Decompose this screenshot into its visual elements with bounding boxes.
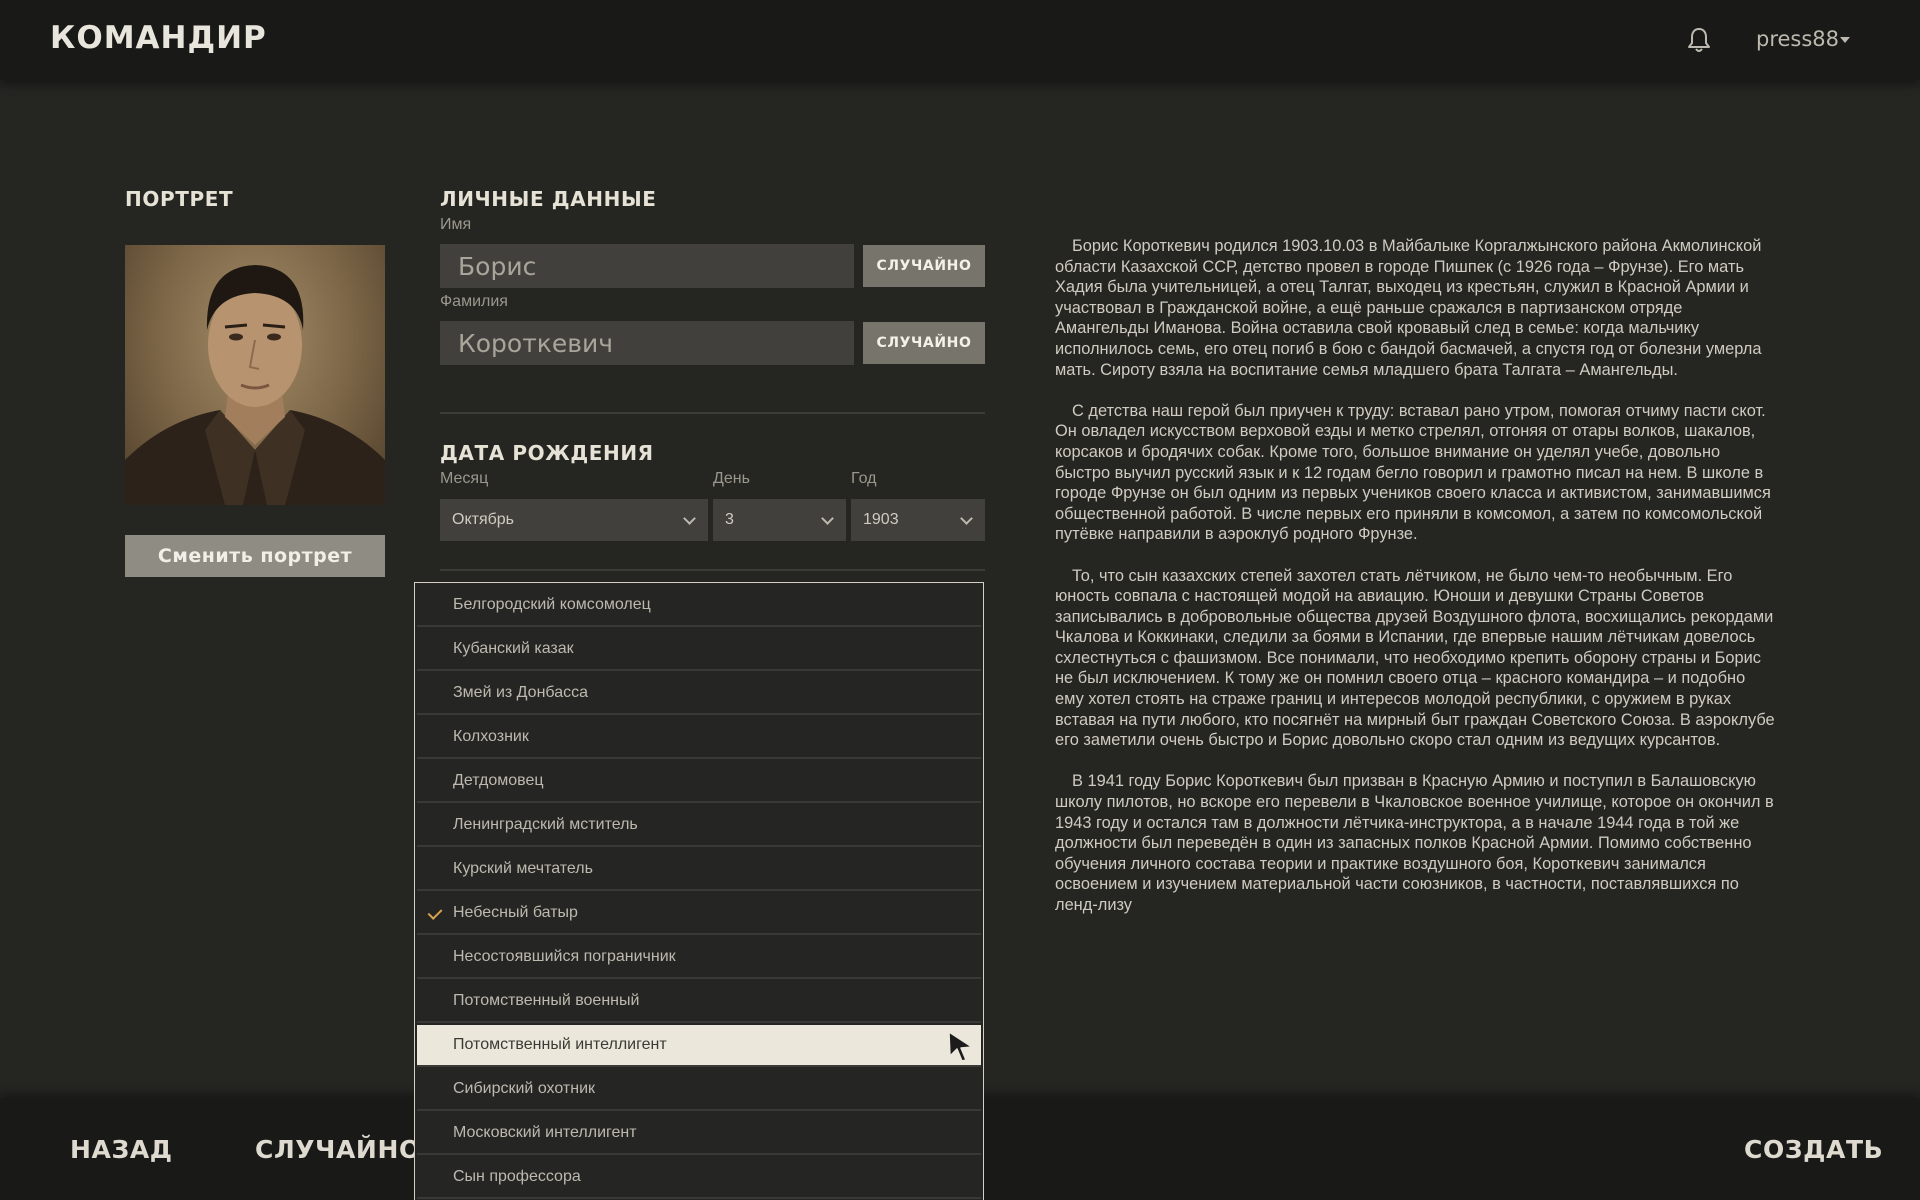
bio-paragraph: С детства наш герой был приучен к труду:…: [1055, 401, 1771, 544]
dropdown-option[interactable]: Змей из Донбасса: [417, 673, 981, 715]
bio-paragraph: То, что сын казахских степей захотел ста…: [1055, 566, 1775, 750]
dropdown-option[interactable]: Сын профессора: [417, 1157, 981, 1199]
dropdown-option-label: Курский мечтатель: [453, 860, 593, 877]
month-select[interactable]: Октябрь: [440, 499, 708, 541]
user-menu[interactable]: press88: [1756, 27, 1839, 51]
mouse-cursor-icon: [948, 1031, 973, 1062]
dropdown-option[interactable]: Белгородский комсомолец: [417, 585, 981, 627]
year-select[interactable]: 1903: [851, 499, 985, 541]
day-label: День: [713, 470, 750, 487]
create-button[interactable]: СОЗДАТЬ: [1744, 1135, 1883, 1164]
last-name-input[interactable]: Короткевич: [440, 321, 854, 365]
personal-data-title: ЛИЧНЫЕ ДАННЫЕ: [440, 187, 657, 211]
chevron-down-icon: [683, 512, 696, 525]
dropdown-option[interactable]: Ленинградский мститель: [417, 805, 981, 847]
random-all-button[interactable]: СЛУЧАЙНО: [255, 1135, 421, 1164]
dropdown-option[interactable]: Кубанский казак: [417, 629, 981, 671]
portrait-section-title: ПОРТРЕТ: [125, 187, 234, 211]
dropdown-option[interactable]: Сибирский охотник: [417, 1069, 981, 1111]
background-dropdown[interactable]: Белгородский комсомолец Кубанский казак Зм…: [414, 582, 984, 1200]
dropdown-option[interactable]: Московский интеллигент: [417, 1113, 981, 1155]
dropdown-option[interactable]: Детдомовец: [417, 761, 981, 803]
dropdown-option-label: Потомственный интеллигент: [453, 1036, 667, 1053]
year-value: 1903: [863, 511, 899, 528]
dropdown-option-label: Ленинградский мститель: [453, 816, 638, 833]
dropdown-option[interactable]: Небесный батыр: [417, 893, 981, 935]
bell-icon[interactable]: [1686, 26, 1712, 54]
divider: [440, 412, 985, 414]
dropdown-option-label: Сын профессора: [453, 1168, 581, 1185]
dropdown-option[interactable]: Несостоявшийся пограничник: [417, 937, 981, 979]
dropdown-option[interactable]: Потомственный интеллигент: [417, 1025, 981, 1067]
back-button[interactable]: НАЗАД: [70, 1135, 173, 1164]
portrait-image: [125, 245, 385, 505]
dropdown-option-label: Московский интеллигент: [453, 1124, 637, 1141]
divider: [440, 569, 985, 571]
dropdown-option[interactable]: Курский мечтатель: [417, 849, 981, 891]
random-last-name-button[interactable]: СЛУЧАЙНО: [863, 322, 985, 364]
first-name-label: Имя: [440, 216, 472, 233]
change-portrait-button[interactable]: Сменить портрет: [125, 535, 385, 577]
month-value: Октябрь: [452, 511, 515, 528]
dropdown-option-label: Небесный батыр: [453, 904, 578, 921]
dropdown-option-label: Колхозник: [453, 728, 529, 745]
biography-text: Борис Короткевич родился 1903.10.03 в Ма…: [1055, 236, 1775, 936]
dropdown-option-label: Белгородский комсомолец: [453, 596, 651, 613]
bio-paragraph: В 1941 году Борис Короткевич был призван…: [1055, 772, 1774, 914]
birth-date-title: ДАТА РОЖДЕНИЯ: [440, 441, 654, 465]
checkmark-icon: [427, 905, 443, 920]
chevron-down-icon[interactable]: [1840, 37, 1850, 43]
dropdown-option-label: Сибирский охотник: [453, 1080, 595, 1097]
year-label: Год: [851, 470, 877, 487]
dropdown-option-label: Детдомовец: [453, 772, 544, 789]
random-first-name-button[interactable]: СЛУЧАЙНО: [863, 245, 985, 287]
top-bar: [0, 0, 1920, 80]
first-name-input[interactable]: Борис: [440, 244, 854, 288]
dropdown-option[interactable]: Потомственный военный: [417, 981, 981, 1023]
dropdown-option-label: Потомственный военный: [453, 992, 640, 1009]
day-value: 3: [725, 511, 734, 528]
last-name-label: Фамилия: [440, 293, 508, 310]
day-select[interactable]: 3: [713, 499, 846, 541]
app-title: КОМАНДИР: [50, 20, 267, 56]
month-label: Месяц: [440, 470, 489, 487]
dropdown-option-label: Кубанский казак: [453, 640, 574, 657]
chevron-down-icon: [960, 512, 973, 525]
bio-paragraph: Борис Короткевич родился 1903.10.03 в Ма…: [1055, 237, 1762, 379]
dropdown-option-label: Змей из Донбасса: [453, 684, 589, 701]
dropdown-option-label: Несостоявшийся пограничник: [453, 948, 676, 965]
dropdown-option[interactable]: Колхозник: [417, 717, 981, 759]
chevron-down-icon: [821, 512, 834, 525]
